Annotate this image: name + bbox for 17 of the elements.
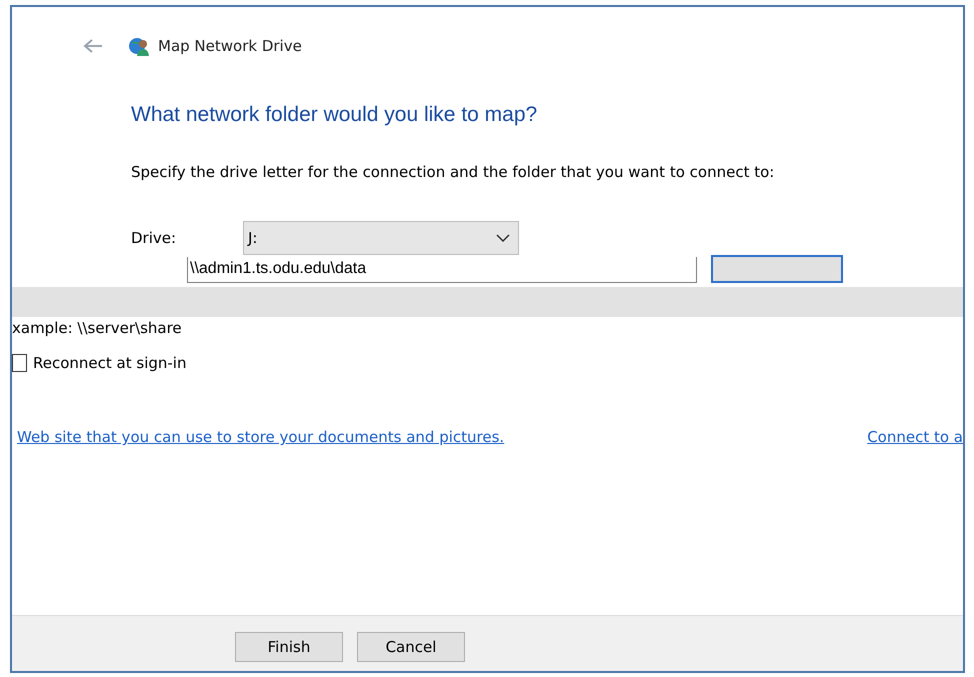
heading: What network folder would you like to map?: [131, 103, 538, 127]
drive-label: Drive:: [131, 229, 178, 247]
push-button[interactable]: [711, 255, 843, 283]
link[interactable]: Web site that you can use to store your documents and pictures.: [17, 428, 504, 446]
folder-field[interactable]: \\admin1.ts.odu.edu\data: [187, 257, 697, 283]
reconnect-label: Reconnect at sign-in: [33, 354, 186, 372]
cancel-button[interactable]: Cancel: [357, 632, 465, 662]
example-text: xample: \\server\share: [12, 319, 183, 337]
drive-dropdown[interactable]: J:: [243, 221, 519, 255]
reconnect-checkbox[interactable]: [12, 354, 27, 372]
back-arrow-icon[interactable]: [82, 38, 104, 54]
link[interactable]: Connect to a: [867, 428, 963, 446]
instruction-text: Specify the drive letter for the connection and the folder that you want to connect to:: [131, 163, 776, 181]
network-drive-icon: [128, 35, 150, 57]
chevron-down-icon: [496, 234, 510, 242]
finish-button[interactable]: Finish: [235, 632, 343, 662]
window-title: Map Network Drive: [158, 37, 302, 55]
